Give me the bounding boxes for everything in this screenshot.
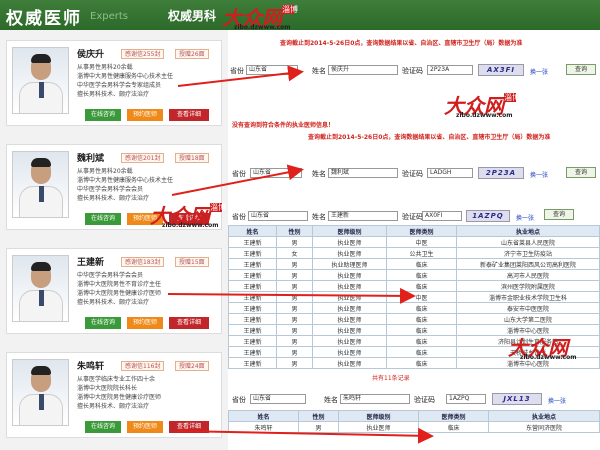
arrow-4	[177, 427, 434, 444]
arrow-1	[177, 65, 304, 87]
arrow-2	[171, 164, 304, 196]
arrow-3	[167, 287, 416, 304]
annotation-arrows	[167, 65, 434, 444]
